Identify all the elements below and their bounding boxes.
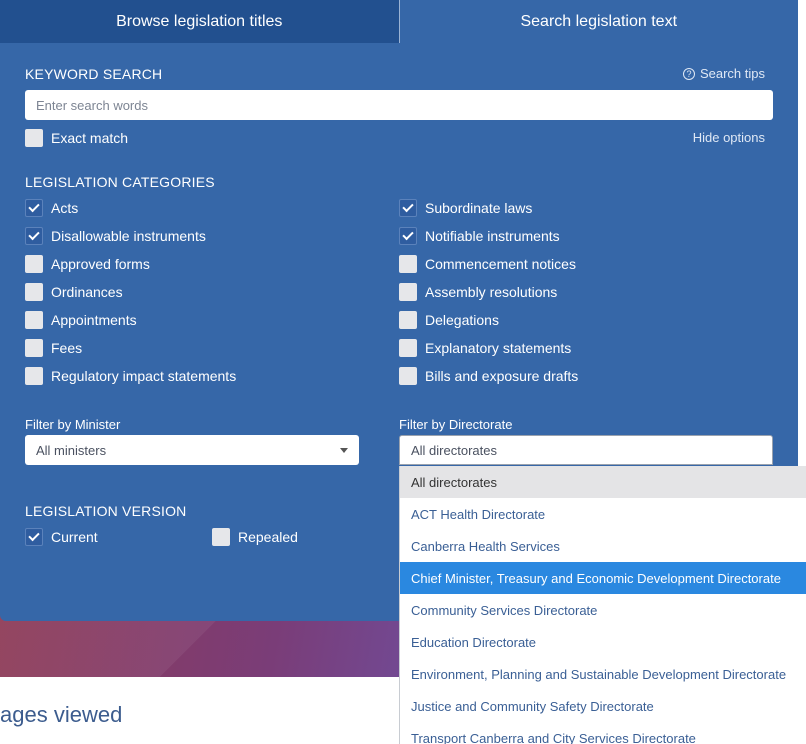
category-checkbox[interactable]: [399, 339, 417, 357]
tab-bar: Browse legislation titles Search legisla…: [0, 0, 798, 43]
current-label: Current: [51, 529, 98, 545]
category-delegations[interactable]: Delegations: [399, 311, 499, 329]
category-checkbox[interactable]: [399, 283, 417, 301]
search-tips-label: Search tips: [699, 66, 765, 81]
chevron-down-icon: [340, 448, 348, 453]
category-label: Fees: [51, 340, 83, 356]
category-label: Disallowable instruments: [51, 228, 206, 244]
directorate-dropdown-list: All directorates ACT Health Directorate …: [399, 466, 806, 744]
category-checkbox[interactable]: [25, 311, 43, 329]
dropdown-option[interactable]: Chief Minister, Treasury and Economic De…: [400, 562, 806, 594]
category-label: Appointments: [51, 312, 137, 328]
repealed-label: Repealed: [238, 529, 298, 545]
category-checkbox[interactable]: [25, 199, 43, 217]
category-checkbox[interactable]: [399, 311, 417, 329]
category-fees[interactable]: Fees: [25, 339, 82, 357]
exact-match-option[interactable]: Exact match: [25, 129, 128, 147]
category-explanatory-statements[interactable]: Explanatory statements: [399, 339, 571, 357]
category-checkbox[interactable]: [25, 283, 43, 301]
category-label: Ordinances: [51, 284, 123, 300]
categories-heading: LEGISLATION CATEGORIES: [25, 174, 215, 190]
dropdown-option[interactable]: Justice and Community Safety Directorate: [400, 690, 806, 722]
category-subordinate-laws[interactable]: Subordinate laws: [399, 199, 532, 217]
directorate-select[interactable]: All directorates: [399, 435, 773, 465]
dropdown-option[interactable]: Canberra Health Services: [400, 530, 806, 562]
category-label: Assembly resolutions: [425, 284, 558, 300]
category-checkbox[interactable]: [399, 255, 417, 273]
search-tips-link[interactable]: ? Search tips: [682, 66, 765, 81]
category-bills-exposure-drafts[interactable]: Bills and exposure drafts: [399, 367, 578, 385]
filter-directorate-label: Filter by Directorate: [399, 417, 513, 432]
dropdown-option[interactable]: All directorates: [400, 466, 806, 498]
category-ordinances[interactable]: Ordinances: [25, 283, 123, 301]
exact-match-checkbox[interactable]: [25, 129, 43, 147]
category-label: Notifiable instruments: [425, 228, 560, 244]
category-notifiable-instruments[interactable]: Notifiable instruments: [399, 227, 560, 245]
category-label: Subordinate laws: [425, 200, 533, 216]
dropdown-option[interactable]: ACT Health Directorate: [400, 498, 806, 530]
question-circle-icon: ?: [682, 67, 695, 80]
hide-options-link[interactable]: Hide options: [693, 130, 765, 145]
dropdown-option[interactable]: Education Directorate: [400, 626, 806, 658]
category-label: Bills and exposure drafts: [425, 368, 579, 384]
category-label: Delegations: [425, 312, 499, 328]
dropdown-option[interactable]: Community Services Directorate: [400, 594, 806, 626]
directorate-select-value: All directorates: [411, 442, 497, 458]
category-checkbox[interactable]: [25, 255, 43, 273]
category-checkbox[interactable]: [25, 367, 43, 385]
category-appointments[interactable]: Appointments: [25, 311, 137, 329]
category-label: Approved forms: [51, 256, 150, 272]
tab-browse-titles[interactable]: Browse legislation titles: [0, 0, 400, 43]
category-label: Explanatory statements: [425, 340, 572, 356]
minister-select[interactable]: All ministers: [25, 435, 359, 465]
current-checkbox[interactable]: [25, 528, 43, 546]
category-approved-forms[interactable]: Approved forms: [25, 255, 150, 273]
category-label: Regulatory impact statements: [51, 368, 237, 384]
category-commencement-notices[interactable]: Commencement notices: [399, 255, 576, 273]
dropdown-option[interactable]: Transport Canberra and City Services Dir…: [400, 722, 806, 744]
category-checkbox[interactable]: [25, 339, 43, 357]
category-checkbox[interactable]: [399, 199, 417, 217]
repealed-checkbox[interactable]: [212, 528, 230, 546]
minister-select-value: All ministers: [36, 442, 107, 458]
filter-minister-label: Filter by Minister: [25, 417, 121, 432]
category-assembly-resolutions[interactable]: Assembly resolutions: [399, 283, 557, 301]
pages-viewed-heading: ages viewed: [0, 702, 123, 727]
dropdown-option[interactable]: Environment, Planning and Sustainable De…: [400, 658, 806, 690]
category-disallowable-instruments[interactable]: Disallowable instruments: [25, 227, 206, 245]
category-label: Commencement notices: [425, 256, 576, 272]
category-regulatory-impact-statements[interactable]: Regulatory impact statements: [25, 367, 236, 385]
category-checkbox[interactable]: [399, 367, 417, 385]
exact-match-label: Exact match: [51, 130, 129, 146]
version-current-option[interactable]: Current: [25, 528, 98, 546]
tab-search-text[interactable]: Search legislation text: [399, 0, 798, 43]
version-repealed-option[interactable]: Repealed: [212, 528, 298, 546]
category-checkbox[interactable]: [25, 227, 43, 245]
version-heading: LEGISLATION VERSION: [25, 503, 187, 519]
keyword-search-heading: KEYWORD SEARCH: [25, 66, 163, 82]
category-checkbox[interactable]: [399, 227, 417, 245]
category-label: Acts: [51, 200, 79, 216]
category-acts[interactable]: Acts: [25, 199, 78, 217]
search-input[interactable]: [25, 90, 773, 120]
